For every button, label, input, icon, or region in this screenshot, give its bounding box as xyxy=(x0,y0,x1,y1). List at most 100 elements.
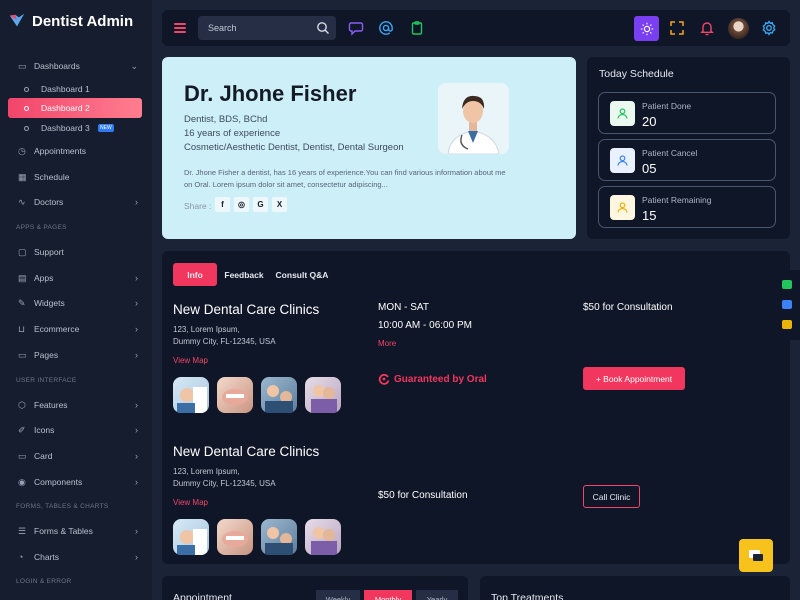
folder-icon[interactable] xyxy=(782,320,792,329)
sidebar-item-support[interactable]: ▢ Support xyxy=(0,242,152,262)
sidebar-item-dashboards[interactable]: ▭ Dashboards ⌄ xyxy=(0,56,152,76)
clinic-photo[interactable] xyxy=(305,519,341,555)
clinic-photo[interactable] xyxy=(261,377,297,413)
clinic-photo[interactable] xyxy=(305,377,341,413)
chevron-right-icon: › xyxy=(135,350,138,360)
sidebar-item-pages[interactable]: ▭ Pages › xyxy=(0,345,152,365)
section-label-apps: APPS & PAGES xyxy=(16,224,67,231)
sidebar-item-label: Schedule xyxy=(34,172,70,182)
sidebar-sub-dashboard-2[interactable]: Dashboard 2 xyxy=(8,98,142,118)
bullet-icon xyxy=(24,86,29,92)
chat-icon: ▢ xyxy=(18,247,27,257)
x-twitter-icon[interactable]: X xyxy=(272,197,287,212)
section-label-login: LOGIN & ERROR xyxy=(16,578,72,585)
sidebar-item-charts[interactable]: ◔ Charts › xyxy=(0,547,152,567)
bullet-icon xyxy=(24,105,29,111)
sidebar-item-schedule[interactable]: ▦ Schedule xyxy=(0,167,152,187)
google-icon[interactable]: G xyxy=(253,197,268,212)
pen-icon: ✐ xyxy=(18,425,26,435)
chevron-right-icon: › xyxy=(135,324,138,334)
bell-icon[interactable] xyxy=(699,20,715,36)
tab-feedback[interactable]: Feedback xyxy=(222,263,266,286)
stat-value: 15 xyxy=(642,208,657,223)
page-icon: ▭ xyxy=(18,350,27,360)
sidebar-item-doctors[interactable]: ∿ Doctors › xyxy=(0,192,152,212)
sidebar-item-label: Support xyxy=(34,247,64,257)
chat-widget-button[interactable] xyxy=(739,539,773,572)
tab-info[interactable]: Info xyxy=(173,263,217,286)
at-sign-icon[interactable] xyxy=(378,20,394,36)
view-map-link[interactable]: View Map xyxy=(173,498,208,507)
chevron-right-icon: › xyxy=(135,477,138,487)
doctor-specialties: Cosmetic/Aesthetic Dentist, Dentist, Den… xyxy=(184,142,404,153)
menu-icon[interactable] xyxy=(174,23,186,33)
search-icon[interactable] xyxy=(316,21,330,35)
patient-done-stat[interactable]: Patient Done 20 xyxy=(598,92,776,134)
search-input[interactable] xyxy=(208,16,308,40)
sidebar-item-card[interactable]: ▭ Card › xyxy=(0,446,152,466)
clinic-photo[interactable] xyxy=(217,519,253,555)
brand[interactable]: Dentist Admin xyxy=(8,12,133,30)
eye-icon: ◉ xyxy=(18,477,26,487)
image-icon[interactable] xyxy=(782,300,792,309)
grid-icon: ▤ xyxy=(18,273,27,283)
sidebar-item-widgets[interactable]: ✎ Widgets › xyxy=(0,293,152,313)
view-map-link[interactable]: View Map xyxy=(173,356,208,365)
user-check-icon xyxy=(610,101,635,126)
consultation-fee: $50 for Consultation xyxy=(378,490,468,501)
chevron-right-icon: › xyxy=(135,298,138,308)
sidebar-item-ecommerce[interactable]: ⊔ Ecommerce › xyxy=(0,319,152,339)
stat-label: Patient Remaining xyxy=(642,195,712,205)
theme-toggle-button[interactable] xyxy=(634,16,659,41)
sidebar-sub-dashboard-1[interactable]: Dashboard 1 xyxy=(8,79,142,99)
chevron-right-icon: › xyxy=(135,451,138,461)
search-box xyxy=(198,16,336,40)
doctor-photo xyxy=(438,83,509,154)
period-weekly[interactable]: Weekly xyxy=(316,590,360,600)
clinic-photo[interactable] xyxy=(217,377,253,413)
appointment-card: Appointment Weekly Monthly Yearly xyxy=(162,576,468,600)
period-yearly[interactable]: Yearly xyxy=(416,590,458,600)
monitor-icon: ▭ xyxy=(18,61,27,71)
cart-icon: ⊔ xyxy=(18,324,26,334)
sidebar-item-appointments[interactable]: ◷ Appointments xyxy=(0,141,152,161)
sidebar-sub-dashboard-3[interactable]: Dashboard 3 NEW xyxy=(8,118,142,138)
sidebar: Dentist Admin ▭ Dashboards ⌄ Dashboard 1… xyxy=(0,0,152,600)
user-avatar[interactable] xyxy=(728,18,749,39)
chevron-right-icon: › xyxy=(135,273,138,283)
section-label-forms: FORMS, TABLES & CHARTS xyxy=(16,503,109,510)
sidebar-item-label: Appointments xyxy=(34,146,86,156)
sidebar-item-features[interactable]: ⬡ Features › xyxy=(0,395,152,415)
instagram-icon[interactable]: ◎ xyxy=(234,197,249,212)
sidebar-item-icons[interactable]: ✐ Icons › xyxy=(0,420,152,440)
period-monthly[interactable]: Monthly xyxy=(364,590,412,600)
clinic-address-line2: Dummy City, FL-12345, USA xyxy=(173,479,276,488)
more-link[interactable]: More xyxy=(378,339,396,348)
gear-icon[interactable] xyxy=(761,20,777,36)
top-treatments-title: Top Treatments xyxy=(491,592,564,600)
book-appointment-button[interactable]: + Book Appointment xyxy=(583,367,685,390)
call-clinic-button[interactable]: Call Clinic xyxy=(583,485,640,508)
patient-cancel-stat[interactable]: Patient Cancel 05 xyxy=(598,139,776,181)
new-badge: NEW xyxy=(98,124,114,132)
sidebar-item-forms-tables[interactable]: ☰ Forms & Tables › xyxy=(0,521,152,541)
fullscreen-icon[interactable] xyxy=(669,20,685,36)
clinic-photo[interactable] xyxy=(173,377,209,413)
stat-value: 20 xyxy=(642,114,657,129)
clinic-photo[interactable] xyxy=(261,519,297,555)
patient-remaining-stat[interactable]: Patient Remaining 15 xyxy=(598,186,776,228)
sidebar-item-apps[interactable]: ▤ Apps › xyxy=(0,268,152,288)
app-title: Dentist Admin xyxy=(32,12,134,30)
chat-icon[interactable] xyxy=(348,20,364,36)
clinic-photo[interactable] xyxy=(173,519,209,555)
pie-chart-icon: ◔ xyxy=(18,552,24,562)
facebook-icon[interactable]: f xyxy=(215,197,230,212)
message-icon xyxy=(749,549,763,561)
sidebar-item-label: Pages xyxy=(34,350,59,360)
stat-label: Patient Done xyxy=(642,101,692,111)
sidebar-item-label: Card xyxy=(34,451,53,461)
clipboard-icon[interactable] xyxy=(409,20,425,36)
sidebar-item-components[interactable]: ◉ Components › xyxy=(0,472,152,492)
tab-consult-qa[interactable]: Consult Q&A xyxy=(274,263,330,286)
money-icon[interactable] xyxy=(782,280,792,289)
